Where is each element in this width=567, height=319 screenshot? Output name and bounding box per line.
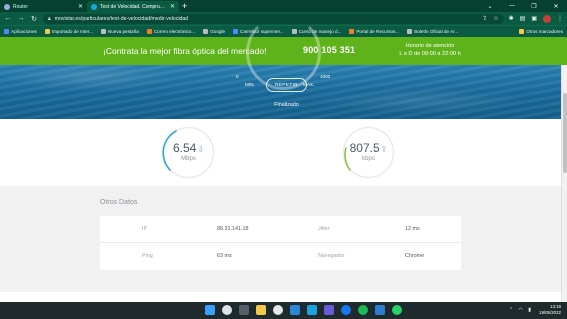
carrefour-icon xyxy=(233,29,239,34)
clock-date: 19/05/2022 xyxy=(539,310,561,315)
ping-label: Ping xyxy=(142,253,153,259)
share-icon[interactable]: ⇪ xyxy=(482,15,487,22)
search-icon[interactable] xyxy=(222,305,232,315)
tab-title: Router xyxy=(13,3,29,10)
taskbar-clock[interactable]: 13:19 19/05/2022 xyxy=(539,304,561,316)
gauge-min-value: 0 xyxy=(236,74,239,79)
download-result: 6.54⇩ Mbps xyxy=(162,126,215,179)
whatsapp-icon[interactable] xyxy=(392,305,402,315)
upload-arrow-icon: ⇧ xyxy=(380,145,388,154)
bookmark-item[interactable]: Nueva pestaña xyxy=(100,29,139,34)
bookmark-star-icon[interactable]: ☆ xyxy=(493,15,498,22)
mail-icon xyxy=(146,29,152,34)
page-footer-strip xyxy=(0,292,561,302)
tray-icons[interactable]: ⌃ ◠ ▮ xyxy=(509,307,533,313)
teams-icon[interactable] xyxy=(324,305,334,315)
maximize-icon[interactable]: ❐ xyxy=(523,3,545,10)
file-explorer-icon[interactable] xyxy=(256,305,266,315)
gauge-max-value: 1000 xyxy=(320,74,331,79)
bookmark-item[interactable]: Correo electrónico... xyxy=(146,29,195,34)
extensions-icon[interactable]: ✱ xyxy=(509,15,514,22)
upload-value-row: 807.5⇧ xyxy=(342,141,395,155)
tab-close-icon[interactable]: ✕ xyxy=(170,3,175,10)
reading-list-icon[interactable]: ▤ xyxy=(520,15,526,22)
hours-title: Horario de atención xyxy=(405,43,455,49)
bookmark-item[interactable]: Aplicaciones xyxy=(4,29,37,34)
system-tray: ⌃ ◠ ▮ 13:19 19/05/2022 xyxy=(509,304,561,316)
tab-close-icon[interactable]: ✕ xyxy=(78,3,83,10)
taskbar-apps xyxy=(205,305,402,315)
router-favicon-icon xyxy=(4,3,10,10)
download-unit: Mbps xyxy=(181,156,196,162)
page-icon xyxy=(407,29,413,34)
upload-result: 807.5⇧ kbps xyxy=(342,126,395,179)
browser-label: Navegador xyxy=(318,253,345,259)
section-title: Otros Datos xyxy=(100,199,138,206)
browser-value: Chrome xyxy=(405,253,425,259)
apps-grid-icon xyxy=(4,29,9,34)
browser-tab-strip: Router ✕ Test de Velocidad. Comprueba tu… xyxy=(0,0,567,12)
chrome-icon[interactable] xyxy=(273,305,283,315)
spotify-icon[interactable] xyxy=(358,305,368,315)
folder-icon xyxy=(519,29,525,34)
results-panel: 6.54⇩ Mbps 807.5⇧ kbps xyxy=(0,119,561,186)
bookmark-item[interactable]: Boletín Oficial de Ar... xyxy=(407,29,458,34)
gauge-min-label: MIN. xyxy=(245,82,255,87)
lock-icon[interactable]: 🔒︎ xyxy=(48,16,51,22)
menu-kebab-icon[interactable]: ⋮ xyxy=(557,15,563,22)
bookmark-item[interactable]: Importado de Inter... xyxy=(44,29,93,34)
other-data-section: Otros Datos IP 88.31.141.18 Jitter 12 ms… xyxy=(0,186,561,292)
jitter-value: 12 ms xyxy=(405,226,420,232)
task-view-icon[interactable] xyxy=(239,305,249,315)
reload-icon[interactable]: ↻ xyxy=(30,15,38,23)
close-window-icon[interactable]: ✕ xyxy=(545,3,567,10)
google-icon xyxy=(203,29,209,34)
forward-arrow-icon[interactable]: → xyxy=(17,15,25,22)
new-tab-button[interactable]: + xyxy=(182,1,187,12)
tab-search-icon[interactable]: ⌄ xyxy=(479,3,501,10)
upload-value: 807.5 xyxy=(349,141,380,155)
app-icon[interactable] xyxy=(375,305,385,315)
portal-icon xyxy=(349,29,355,34)
jitter-label: Jitter xyxy=(318,226,330,232)
hours-value: L a D de 09:00 a 22:00 h xyxy=(399,51,461,57)
windows-taskbar: ⌃ ◠ ▮ 13:19 19/05/2022 xyxy=(0,302,567,319)
page-scrollbar[interactable] xyxy=(561,65,567,302)
url-text: movistar.es/particulares/test-de-velocid… xyxy=(54,15,189,22)
minimize-icon[interactable]: — xyxy=(501,3,523,9)
page-icon xyxy=(100,29,106,34)
back-arrow-icon[interactable]: ← xyxy=(4,15,12,22)
download-arrow-icon: ⇩ xyxy=(197,145,205,154)
tab-router[interactable]: Router ✕ xyxy=(0,1,87,12)
download-value: 6.54 xyxy=(172,141,197,155)
window-controls: ⌄ — ❐ ✕ xyxy=(479,0,567,12)
scrollbar-thumb[interactable] xyxy=(563,93,567,173)
tab-title: Test de Velocidad. Comprueba tu … xyxy=(100,3,167,10)
ip-value: 88.31.141.18 xyxy=(217,226,249,232)
opening-hours: Horario de atención L a D de 09:00 a 22:… xyxy=(380,42,480,58)
tab-speed-test[interactable]: Test de Velocidad. Comprueba tu … ✕ xyxy=(87,1,179,12)
promo-headline[interactable]: ¡Contrata la mejor fibra óptica del merc… xyxy=(103,46,266,56)
facebook-icon[interactable] xyxy=(341,305,351,315)
ip-label: IP xyxy=(142,226,148,232)
table-row: IP 88.31.141.18 Jitter 12 ms xyxy=(100,216,461,243)
edge-icon[interactable] xyxy=(307,305,317,315)
bookmark-item[interactable]: Google xyxy=(203,29,225,34)
table-row: Ping 63 ms Navegador Chrome xyxy=(100,243,461,270)
repeat-test-button[interactable]: REPETIR xyxy=(266,78,307,92)
movistar-favicon-icon xyxy=(91,3,97,10)
speed-gauge-hero xyxy=(0,15,561,119)
test-status: Finalizado xyxy=(274,102,299,108)
sidebar-icon[interactable]: ▣ xyxy=(531,15,537,22)
bookmark-item[interactable]: Portal de Recursos... xyxy=(349,29,399,34)
store-icon[interactable] xyxy=(290,305,300,315)
folder-icon xyxy=(44,29,50,34)
profile-avatar[interactable] xyxy=(543,14,551,23)
other-bookmarks[interactable]: Otros marcadores xyxy=(519,29,563,34)
ping-value: 63 ms xyxy=(217,253,232,259)
start-windows-icon[interactable] xyxy=(205,305,215,315)
upload-unit: kbps xyxy=(362,156,375,162)
download-value-row: 6.54⇩ xyxy=(162,141,215,155)
other-data-table: IP 88.31.141.18 Jitter 12 ms Ping 63 ms … xyxy=(100,216,461,270)
